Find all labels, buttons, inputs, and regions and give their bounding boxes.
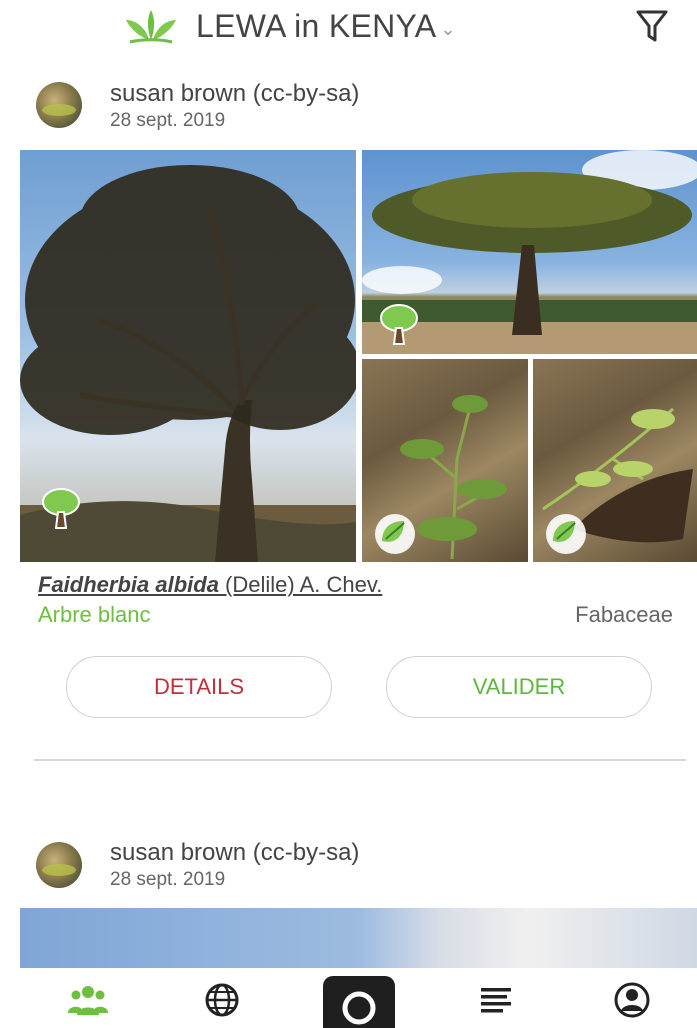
photo-main-tree[interactable] [20,150,356,562]
family-name: Fabaceae [575,602,673,627]
observation-date: 28 sept. 2019 [110,869,226,890]
nav-community[interactable] [66,980,110,1020]
nav-list[interactable] [474,980,518,1020]
community-icon [68,986,108,1015]
leaf-icon [546,514,586,554]
details-button[interactable]: DETAILS [66,656,332,718]
observation-date: 28 sept. 2019 [110,110,226,131]
filter-icon[interactable] [634,6,670,46]
list-icon [481,988,511,1013]
bottom-navigation [0,968,697,1028]
tree-icon [380,304,418,345]
photo-main[interactable] [20,908,697,968]
validate-button[interactable]: VALIDER [386,656,652,718]
chevron-down-icon[interactable]: ⌄ [440,19,455,40]
divider [34,759,686,761]
common-name: Arbre blanc [38,602,151,627]
photo-tree-landscape[interactable] [362,150,697,354]
camera-button[interactable] [323,976,395,1028]
avatar[interactable] [36,82,82,128]
leaf-icon [375,514,415,554]
nav-globe[interactable] [200,980,244,1020]
profile-icon [614,982,650,1018]
camera-icon [342,991,376,1025]
photo-leaf-2[interactable] [533,359,697,562]
species-name-link[interactable]: Faidherbia albida (Delile) A. Chev. [38,572,382,598]
species-authority: (Delile) A. Chev. [218,572,383,597]
project-title[interactable]: LEWA in KENYA [196,8,436,45]
photo-leaf-1[interactable] [362,359,528,562]
author-name[interactable]: susan brown (cc-by-sa) [110,839,359,867]
nav-profile[interactable] [610,980,654,1020]
leaf-logo-icon [126,10,176,44]
app-header: LEWA in KENYA ⌄ [0,0,697,56]
avatar[interactable] [36,842,82,888]
globe-icon [205,983,239,1017]
tree-icon [42,488,80,529]
species-binomial: Faidherbia albida [38,572,219,597]
author-name[interactable]: susan brown (cc-by-sa) [110,80,359,108]
project-selector[interactable]: LEWA in KENYA ⌄ [120,6,456,46]
